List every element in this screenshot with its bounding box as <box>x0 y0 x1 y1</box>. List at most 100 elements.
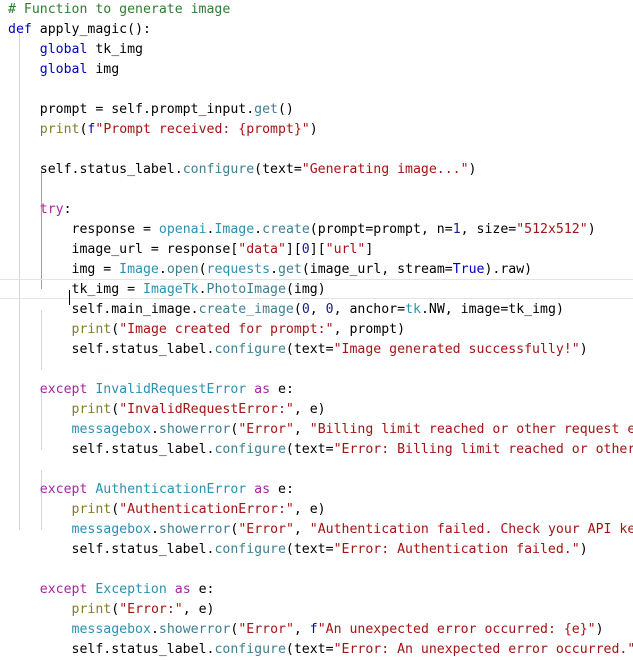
code-line[interactable]: img = Image.open(requests.get(image_url,… <box>0 260 633 280</box>
code-token-plain: (prompt=prompt, n= <box>309 222 453 237</box>
code-token-method: get <box>254 102 278 117</box>
code-line[interactable]: except AuthenticationError as e: <box>0 480 633 500</box>
code-line[interactable]: try: <box>0 200 633 220</box>
code-line[interactable] <box>0 360 633 380</box>
code-token-plain: . <box>254 222 263 237</box>
code-token-keyword: def <box>8 22 32 37</box>
code-line[interactable]: print("Error:", e) <box>0 600 633 620</box>
code-line[interactable]: # Function to generate image <box>0 0 633 20</box>
code-token-plain: self.main_image. <box>71 302 199 317</box>
code-token-method: open <box>166 262 199 277</box>
code-token-plain: (img) <box>285 282 326 297</box>
code-line[interactable] <box>0 80 633 100</box>
code-line[interactable] <box>0 460 633 480</box>
code-line[interactable]: global img <box>0 60 633 80</box>
code-token-string: "Image created for prompt:" <box>119 322 334 337</box>
code-token-string: "Error: An unexpected error occurred." <box>333 642 633 657</box>
code-token-plain: ) <box>579 342 588 357</box>
code-line[interactable]: response = openai.Image.create(prompt=pr… <box>0 220 633 240</box>
code-token-plain: self.status_label. <box>71 642 215 657</box>
code-token-method: configure <box>214 342 286 357</box>
code-token-plain: ) <box>468 162 477 177</box>
code-token-plain: , e) <box>293 402 326 417</box>
code-token-method: configure <box>214 642 286 657</box>
code-token-plain: prompt = self.prompt_input. <box>39 102 255 117</box>
code-token-plain: e: <box>190 582 215 597</box>
code-line[interactable]: print("AuthenticationError:", e) <box>0 500 633 520</box>
code-token-string: "512x512" <box>516 222 588 237</box>
code-token-plain: , prompt) <box>333 322 406 337</box>
code-token-string: "Error: Authentication failed." <box>333 542 580 557</box>
code-line[interactable]: messagebox.showerror("Error", "Authentic… <box>0 520 633 540</box>
code-token-plain: .NW, image=tk_img) <box>420 302 564 317</box>
code-token-plain: ( <box>230 622 239 637</box>
code-token-module: requests <box>206 262 271 277</box>
code-line[interactable]: except InvalidRequestError as e: <box>0 380 633 400</box>
code-line[interactable]: print("Image created for prompt:", promp… <box>0 320 633 340</box>
code-token-plain: e: <box>270 482 294 497</box>
code-line[interactable]: tk_img = ImageTk.PhotoImage(img) <box>0 280 633 300</box>
code-token-plain: (image_url, stream= <box>301 262 453 277</box>
code-line[interactable]: self.status_label.configure(text="Genera… <box>0 160 633 180</box>
code-token-plain: ) <box>595 622 604 637</box>
code-line[interactable] <box>0 180 633 200</box>
code-line[interactable]: self.status_label.configure(text="Error:… <box>0 640 633 660</box>
code-line[interactable]: print("InvalidRequestError:", e) <box>0 400 633 420</box>
code-line[interactable]: except Exception as e: <box>0 580 633 600</box>
code-token-plain: . <box>198 282 207 297</box>
code-line[interactable]: self.main_image.create_image(0, 0, ancho… <box>0 300 633 320</box>
code-line[interactable]: messagebox.showerror("Error", "Billing l… <box>0 420 633 440</box>
code-token-class: Image <box>214 222 255 237</box>
code-token-plain: ).raw) <box>484 262 533 277</box>
code-token-string: "InvalidRequestError:" <box>119 402 294 417</box>
code-token-string: "Error" <box>238 422 294 437</box>
code-line[interactable]: messagebox.showerror("Error", f"An unexp… <box>0 620 633 640</box>
code-token-method: get <box>278 262 302 277</box>
code-line[interactable]: print(f"Prompt received: {prompt}") <box>0 120 633 140</box>
code-editor[interactable]: # Function to generate image def apply_ma… <box>0 0 633 657</box>
code-token-plain: : <box>63 202 72 217</box>
code-line[interactable]: def apply_magic(): <box>0 20 633 40</box>
code-token-plain: , size= <box>460 222 517 237</box>
code-token-string: "AuthenticationError:" <box>119 502 294 517</box>
code-token-builtin: print <box>71 402 112 417</box>
code-token-method: PhotoImage <box>206 282 286 297</box>
code-token-string: "url" <box>325 242 366 257</box>
code-line[interactable]: prompt = self.prompt_input.get() <box>0 100 633 120</box>
code-line[interactable] <box>0 140 633 160</box>
code-line[interactable]: self.status_label.configure(text="Error:… <box>0 540 633 560</box>
code-token-module: messagebox <box>71 422 151 437</box>
code-line[interactable]: self.status_label.configure(text="Error:… <box>0 440 633 460</box>
code-token-plain: ][ <box>285 242 302 257</box>
code-line[interactable]: global tk_img <box>0 40 633 60</box>
code-token-flow: try <box>39 202 64 217</box>
code-token-class: ImageTk <box>143 282 199 297</box>
code-line[interactable]: self.status_label.configure(text="Image … <box>0 340 633 360</box>
code-token-plain: self.status_label. <box>71 342 215 357</box>
code-token-builtin: print <box>71 322 112 337</box>
code-token-keyword: global <box>39 62 88 77</box>
code-token-plain: () <box>277 102 294 117</box>
code-line[interactable]: image_url = response["data"][0]["url"] <box>0 240 633 260</box>
code-token-plain: self.status_label. <box>39 162 183 177</box>
code-token-plain: response = <box>71 222 159 237</box>
code-token-plain: . <box>150 422 159 437</box>
code-line[interactable] <box>0 560 633 580</box>
code-text-area[interactable]: # Function to generate image def apply_ma… <box>0 0 633 660</box>
code-token-plain: ) <box>579 542 588 557</box>
code-token-string: "Billing limit reached or other request … <box>309 422 633 437</box>
code-token-plain: . <box>270 262 279 277</box>
code-token-plain: ][ <box>309 242 326 257</box>
